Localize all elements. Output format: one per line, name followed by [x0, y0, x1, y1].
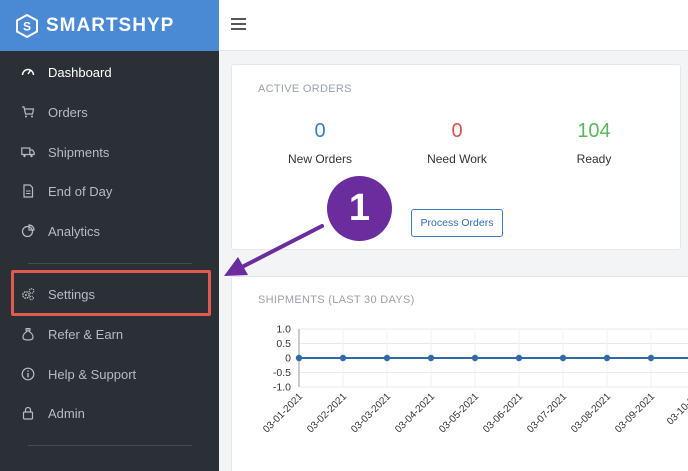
step-callout: 1 [327, 176, 392, 241]
